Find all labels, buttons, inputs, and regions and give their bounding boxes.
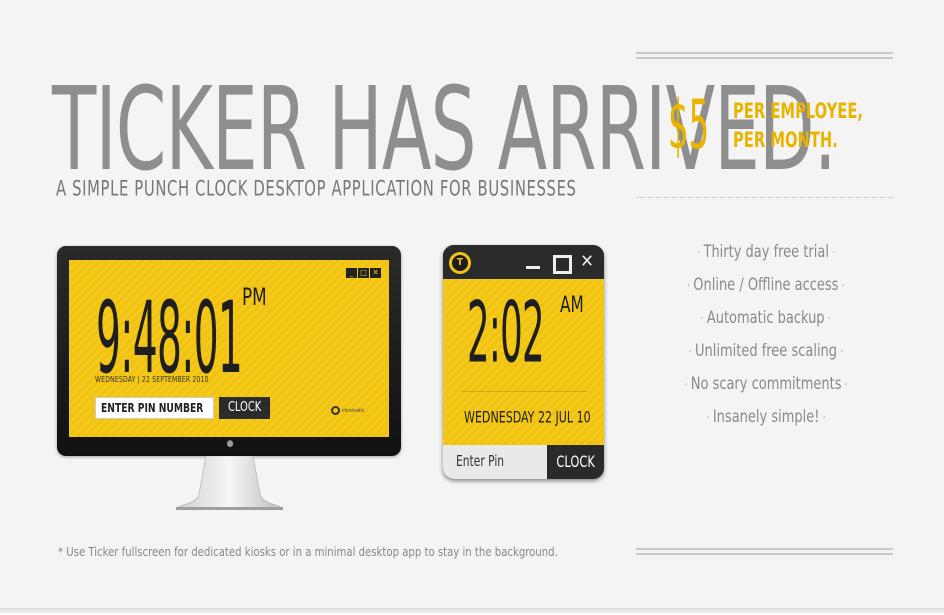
monitor-stand [176,456,283,510]
promo-page: TICKER HAS ARRIVED. A SIMPLE PUNCH CLOCK… [0,0,944,615]
page-shadow [0,608,944,615]
widget-time: 2:02 [467,283,545,382]
footnote: * Use Ticker fullscreen for dedicated ki… [58,544,558,559]
ticker-logo-icon [449,252,471,274]
feature-item: · No scary commitments · [684,374,848,394]
headline: TICKER HAS ARRIVED. [52,63,837,197]
subtitle: A SIMPLE PUNCH CLOCK DESKTOP APPLICATION… [56,177,577,202]
feature-item: · Thirty day free trial · [696,242,836,262]
close-icon[interactable]: ✕ [370,268,381,278]
widget-date: WEDNESDAY 22 JUL 10 [464,408,591,427]
fullscreen-clock-button[interactable]: CLOCK [219,397,270,419]
widget-pin-input[interactable]: Enter Pin [443,445,547,479]
price-top-rule [636,52,893,60]
price-amount: $5 [668,86,710,165]
widget-divider [461,391,587,392]
widget-ampm: AM [560,291,584,318]
apple-icon: ● [226,439,234,449]
fullscreen-pin-input[interactable]: ENTER PIN NUMBER [95,397,214,419]
fullscreen-date: WEDNESDAY | 22 SEPTEMBER 2010 [95,375,209,384]
feature-item: · Unlimited free scaling · [688,341,844,361]
maximize-icon[interactable]: □ [358,268,369,278]
fullscreen-ampm: PM [242,284,267,312]
minimize-icon[interactable] [523,252,543,272]
widget-titlebar[interactable]: ✕ [443,245,604,279]
fullscreen-window-controls: _ □ ✕ [346,268,381,278]
feature-item: · Insanely simple! · [706,407,826,427]
price-line-1: PER EMPLOYEE, [733,99,864,123]
price-line-2: PER MONTH. [733,128,838,152]
feature-item: · Online / Offline access · [687,275,845,295]
brand-logo: chromatic [331,406,364,415]
widget-app-window: ✕ 2:02 AM WEDNESDAY 22 JUL 10 Enter Pin … [443,245,604,479]
feature-item: · Automatic backup · [700,308,832,328]
widget-clock-button[interactable]: CLOCK [547,445,604,479]
chromatic-logo-icon [331,406,340,415]
price-description: PER EMPLOYEE, PER MONTH. [733,97,863,155]
close-icon[interactable]: ✕ [577,252,597,272]
maximize-icon[interactable] [550,252,572,274]
price-dotted-rule [636,197,893,198]
monitor-mockup: _ □ ✕ 9:48:01 PM WEDNESDAY | 22 SEPTEMBE… [57,246,401,456]
minimize-icon[interactable]: _ [346,268,357,278]
widget-clock-face: 2:02 AM WEDNESDAY 22 JUL 10 [443,279,604,445]
widget-footer: Enter Pin CLOCK [443,445,604,479]
feature-list: · Thirty day free trial · · Online / Off… [640,238,892,436]
fullscreen-app: _ □ ✕ 9:48:01 PM WEDNESDAY | 22 SEPTEMBE… [69,260,389,437]
bottom-rule [636,548,893,556]
